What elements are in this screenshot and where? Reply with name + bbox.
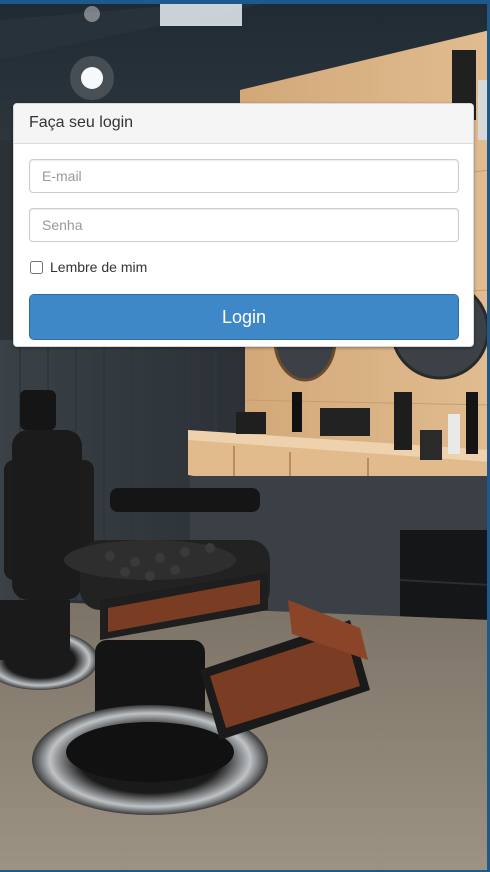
remember-me-checkbox[interactable] <box>30 260 43 274</box>
login-panel: Faça seu login Lembre de mim Login <box>13 103 474 347</box>
remember-me-row[interactable]: Lembre de mim <box>29 257 458 277</box>
top-frame-bar <box>0 0 490 4</box>
login-form: Lembre de mim Login <box>14 144 473 340</box>
password-input[interactable] <box>29 208 459 242</box>
login-panel-title: Faça seu login <box>14 104 473 144</box>
remember-me-label: Lembre de mim <box>50 259 148 275</box>
email-input[interactable] <box>29 159 459 193</box>
login-button[interactable]: Login <box>29 294 459 340</box>
